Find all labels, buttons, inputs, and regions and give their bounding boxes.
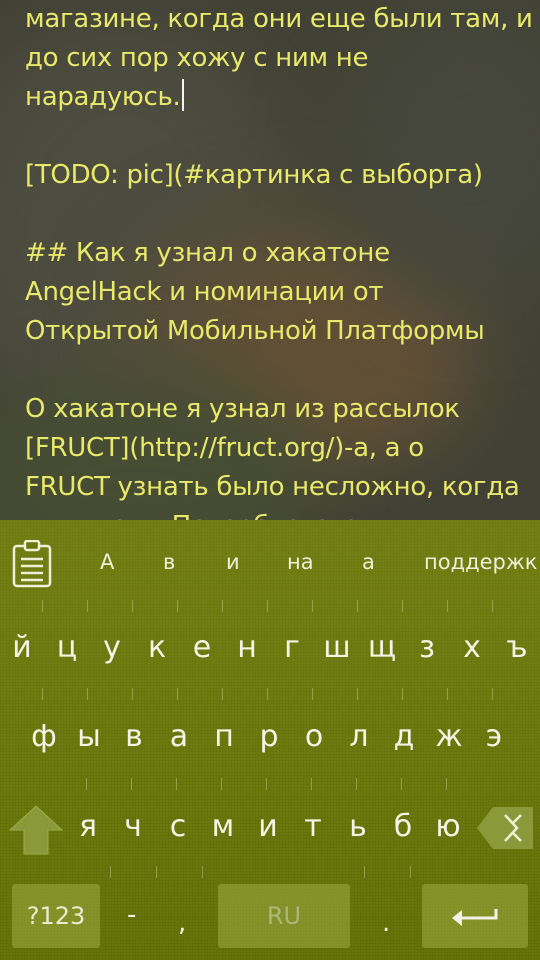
key[interactable]: н: [227, 630, 267, 665]
key[interactable]: д: [384, 719, 424, 754]
key[interactable]: ь: [338, 809, 378, 844]
key[interactable]: в: [114, 719, 154, 754]
key-separator-row: [0, 778, 540, 790]
editor-line: FRUCT узнать было несложно, когда: [25, 472, 520, 502]
editor-line: [TODO: pic](#картинка с выборга): [25, 160, 483, 190]
key[interactable]: ш: [317, 630, 357, 665]
key[interactable]: п: [204, 719, 244, 754]
key[interactable]: ж: [429, 719, 469, 754]
suggestion[interactable]: А: [100, 550, 114, 574]
key[interactable]: ф: [24, 719, 64, 754]
key-separator-row: [0, 600, 540, 612]
key[interactable]: г: [272, 630, 312, 665]
key[interactable]: и: [248, 809, 288, 844]
space-bar[interactable]: RU: [218, 884, 350, 948]
period-key[interactable]: .: [382, 908, 390, 938]
editor-line: нарадуюсь.: [25, 78, 530, 117]
suggestion[interactable]: в: [163, 550, 175, 574]
editor-line: [FRUCT](http://fruct.org/)-а, а о: [25, 433, 424, 463]
clipboard-icon[interactable]: [12, 540, 52, 588]
key[interactable]: а: [159, 719, 199, 754]
markdown-editor[interactable]: магазине, когда они еще были там, и до с…: [25, 0, 533, 546]
editor-line: ## Как я узнал о хакатоне: [25, 238, 390, 268]
comma-key[interactable]: ,: [178, 908, 186, 938]
key[interactable]: с: [158, 809, 198, 844]
key[interactable]: я: [68, 809, 108, 844]
key-row-1: й ц у к е н г ш щ з х ъ: [0, 630, 540, 690]
editor-line: магазине, когда они еще были там, и: [25, 4, 533, 34]
key[interactable]: о: [294, 719, 334, 754]
virtual-keyboard: А в и на а поддержк й ц у к е н г ш щ з …: [0, 520, 540, 960]
key[interactable]: л: [339, 719, 379, 754]
key[interactable]: м: [203, 809, 243, 844]
key[interactable]: ч: [113, 809, 153, 844]
key[interactable]: з: [407, 630, 447, 665]
suggestion[interactable]: поддержк: [424, 550, 537, 574]
key[interactable]: ъ: [497, 630, 537, 665]
key[interactable]: э: [474, 719, 514, 754]
key[interactable]: к: [137, 630, 177, 665]
suggestion[interactable]: на: [287, 550, 314, 574]
key[interactable]: ц: [47, 630, 87, 665]
key[interactable]: ы: [69, 719, 109, 754]
key[interactable]: й: [2, 630, 42, 665]
key[interactable]: ю: [428, 809, 468, 844]
editor-line: до сих пор хожу с ним не: [25, 43, 369, 73]
symbols-button[interactable]: ?123: [12, 884, 100, 948]
editor-line: AngelHack и номинации от: [25, 277, 384, 307]
suggestion[interactable]: а: [362, 550, 375, 574]
key[interactable]: х: [452, 630, 492, 665]
dash-key[interactable]: -: [127, 900, 136, 930]
text-cursor: [181, 79, 184, 111]
key-row-2: ф ы в а п р о л д ж э: [0, 719, 540, 779]
editor-line: О хакатоне я узнал из рассылок: [25, 394, 460, 424]
key-row-3: я ч с м и т ь б ю: [0, 809, 540, 869]
enter-button[interactable]: [422, 884, 528, 948]
enter-icon: [452, 909, 498, 926]
key[interactable]: щ: [362, 630, 402, 665]
key[interactable]: т: [293, 809, 333, 844]
key[interactable]: р: [249, 719, 289, 754]
key[interactable]: б: [383, 809, 423, 844]
suggestion[interactable]: и: [226, 550, 240, 574]
backspace-icon[interactable]: [475, 805, 533, 851]
suggestion-bar: А в и на а поддержк: [0, 520, 540, 600]
key[interactable]: у: [92, 630, 132, 665]
editor-line: Открытой Мобильной Платформы: [25, 316, 485, 346]
key[interactable]: е: [182, 630, 222, 665]
